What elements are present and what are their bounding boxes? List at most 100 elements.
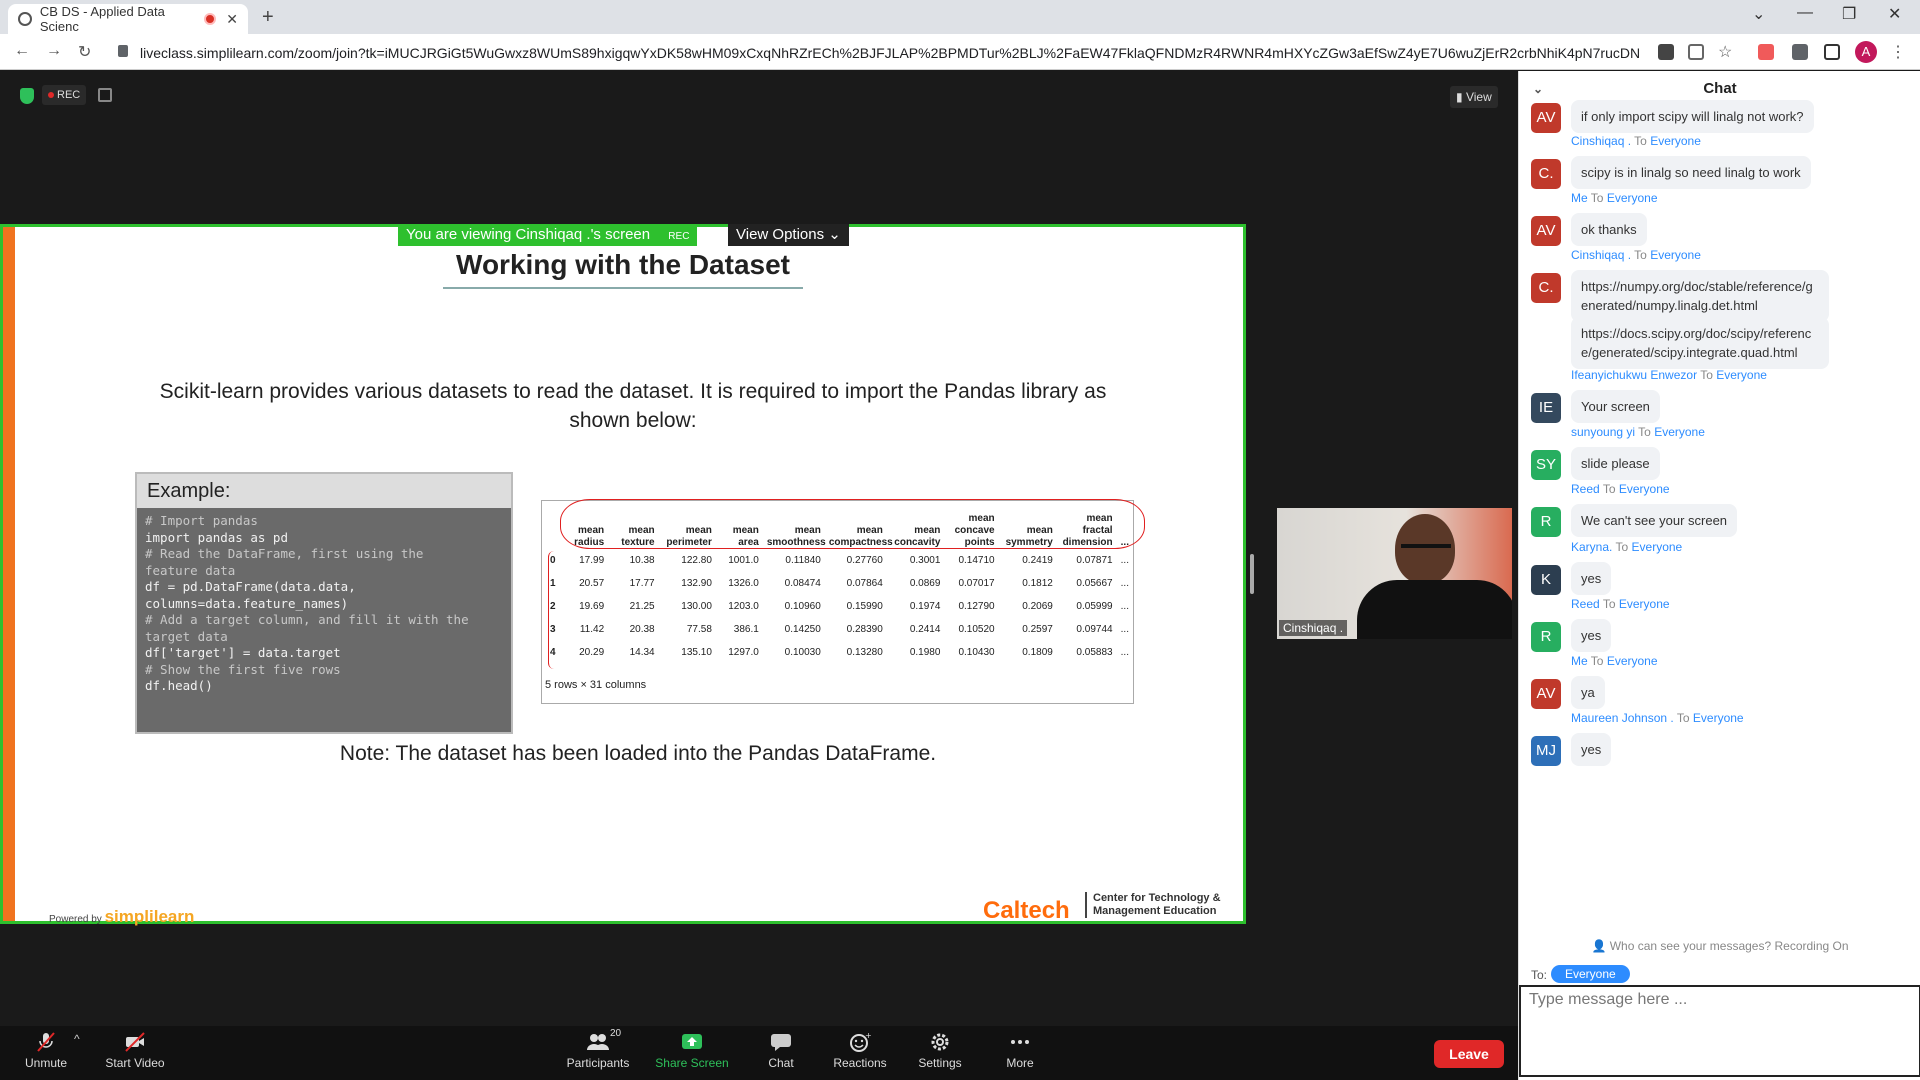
url-field[interactable]: liveclass.simplilearn.com/zoom/join?tk=i… [140,41,1640,65]
close-tab-icon[interactable]: ✕ [226,11,238,28]
new-tab-icon[interactable]: + [262,6,274,29]
message-sender[interactable]: Karyna. [1571,540,1612,554]
reactions-button[interactable]: + Reactions [828,1032,892,1070]
browser-tab[interactable]: CB DS - Applied Data Scienc ✕ [8,4,248,34]
table-cell: 0.15990 [846,601,883,612]
more-button[interactable]: More [996,1032,1044,1070]
start-video-button[interactable]: Start Video [100,1032,170,1070]
window-close-icon[interactable]: ✕ [1888,4,1901,24]
banner-rec-label: REC [668,231,690,242]
share-screen-label: Share Screen [655,1056,729,1070]
table-cell: 386.1 [733,624,759,635]
table-row: 4 20.29 14.34 135.10 1297.0 0.10030 0.13280 0.1… [546,641,1133,664]
browser-menu-icon[interactable]: ⋮ [1890,42,1906,62]
code-line: df.head() [145,678,213,693]
security-shield-icon[interactable] [20,88,34,104]
chat-button[interactable]: Chat [756,1032,806,1070]
code-line: # Read the DataFrame, first using the [145,546,424,561]
code-line: # Add a target column, and fill it with … [145,612,469,627]
video-off-icon [125,1032,145,1052]
message-bubble[interactable]: slide please [1571,447,1660,480]
share-screen-icon [682,1034,702,1049]
message-sender[interactable]: Reed [1571,482,1600,496]
code-line: df['target'] = data.target [145,645,341,660]
chat-message-input[interactable]: Type message here ... [1519,985,1920,1077]
table-cell: 0.10520 [958,624,995,635]
forward-icon[interactable]: → [46,42,62,60]
table-cell: 17.99 [579,555,605,566]
presenter-video-tile[interactable]: Cinshiqaq . [1277,508,1512,639]
message-bubble[interactable]: https://numpy.org/doc/stable/reference/g… [1571,270,1829,322]
recipient-selector[interactable]: Everyone [1551,965,1630,983]
back-icon[interactable]: ← [14,42,30,60]
message-bubble[interactable]: Your screen [1571,390,1660,423]
table-cell: 122.80 [681,555,712,566]
share-page-icon[interactable] [1688,44,1704,60]
bookmark-star-icon[interactable]: ☆ [1718,42,1732,62]
code-line: feature data [145,562,236,578]
settings-label: Settings [918,1056,962,1070]
table-row: 0 17.99 10.38 122.80 1001.0 0.11840 0.27760 0.3… [546,549,1133,572]
message-bubble[interactable]: https://docs.scipy.org/doc/scipy/referen… [1571,317,1829,369]
message-bubble[interactable]: ya [1571,676,1605,709]
avatar: C. [1531,273,1561,303]
code-line: # Import pandas [145,513,258,528]
reload-icon[interactable]: ↻ [78,42,91,62]
meeting-toolbar: Unmute ^ Start Video Participants 20 Sha… [0,1026,1518,1080]
tab-search-icon[interactable]: ⌄ [1752,4,1765,24]
extensions-puzzle-icon[interactable] [1792,44,1808,60]
message-bubble[interactable]: if only import scipy will linalg not wor… [1571,100,1814,133]
settings-button[interactable]: Settings [912,1032,968,1070]
extension-icon[interactable] [1758,44,1774,60]
table-cell: 0.07871 [1076,555,1113,566]
viewing-screen-banner: You are viewing Cinshiqaq .'s screen REC [398,224,698,246]
table-row: 1 20.57 17.77 132.90 1326.0 0.08474 0.07864 0.0… [546,572,1133,595]
message-bubble[interactable]: ok thanks [1571,213,1647,246]
message-sender[interactable]: Cinshiqaq . [1571,248,1631,262]
audio-options-chevron-icon[interactable]: ^ [74,1032,80,1046]
minimize-icon[interactable]: — [1797,4,1813,22]
avatar: C. [1531,159,1561,189]
code-line: # Show the first five rows [145,661,341,677]
gallery-grid-icon[interactable] [98,88,112,102]
message-bubble[interactable]: yes [1571,619,1612,652]
camera-blocked-icon[interactable] [1658,44,1674,60]
collapse-chat-icon[interactable]: ⌄ [1533,71,1543,107]
view-button[interactable]: ▮ View [1450,86,1498,108]
table-cell: 21.25 [629,601,655,612]
message-bubble[interactable]: scipy is in linalg so need linalg to wor… [1571,156,1811,189]
participants-button[interactable]: Participants 20 [562,1028,634,1070]
message-sender[interactable]: Me [1571,191,1588,205]
view-options-button[interactable]: View Options ⌄ [728,224,849,246]
table-cell: 135.10 [681,647,712,658]
recording-badge[interactable]: REC [42,85,87,105]
gear-icon [931,1033,949,1051]
side-panel-icon[interactable] [1824,44,1840,60]
message-sender[interactable]: Cinshiqaq . [1571,134,1631,148]
message-bubble[interactable]: yes [1571,562,1612,595]
to-word: To [1602,597,1616,611]
message-bubble[interactable]: yes [1571,733,1612,766]
svg-text:+: + [865,1032,871,1040]
table-cell: 0.13280 [846,647,883,658]
avatar: AV [1531,679,1561,709]
profile-avatar[interactable]: A [1855,41,1877,63]
message-sender[interactable]: sunyoung yi [1571,425,1635,439]
who-can-see-notice[interactable]: 👤 Who can see your messages? Recording O… [1519,939,1920,953]
leave-button[interactable]: Leave [1434,1040,1504,1068]
table-cell: 0.05883 [1076,647,1113,658]
message-sender[interactable]: Reed [1571,597,1600,611]
message-sender[interactable]: Maureen Johnson . [1571,711,1674,725]
share-screen-button[interactable]: Share Screen [652,1032,732,1070]
who-can-see-text: Who can see your messages? Recording On [1609,939,1849,953]
panel-resize-handle[interactable] [1250,554,1254,594]
message-sender[interactable]: Me [1571,654,1588,668]
unmute-button[interactable]: Unmute [18,1032,74,1070]
table-cell: 130.00 [681,601,712,612]
tab-title: CB DS - Applied Data Scienc [39,4,165,34]
table-cell: 0.27760 [846,555,883,566]
recording-indicator-icon [204,13,217,25]
message-bubble[interactable]: We can't see your screen [1571,504,1738,537]
restore-icon[interactable]: ❐ [1842,4,1856,24]
message-sender[interactable]: Ifeanyichukwu Enwezor [1571,368,1697,382]
